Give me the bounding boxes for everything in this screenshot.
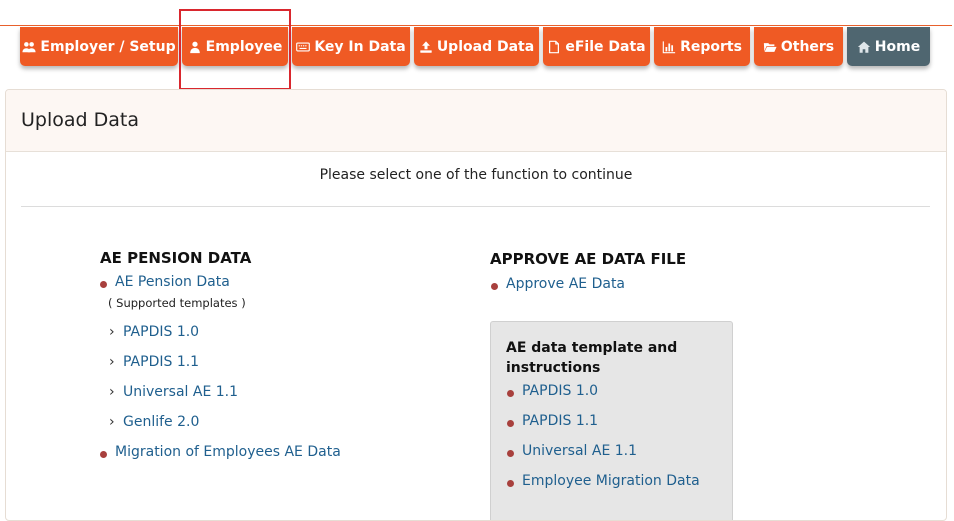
nav-home-button[interactable]: Home	[847, 27, 930, 66]
ae-pension-data-link[interactable]: AE Pension Data	[100, 274, 230, 290]
bullet-icon	[507, 390, 514, 397]
nav-upload-data-button[interactable]: Upload Data	[414, 27, 539, 66]
download-employee-migration-data-link[interactable]: Employee Migration Data	[507, 473, 700, 489]
bar-chart-icon	[662, 40, 676, 54]
template-link-label: Universal AE 1.1	[123, 384, 239, 400]
ae-pension-data-heading: AE PENSION DATA	[100, 249, 252, 267]
keyboard-icon	[296, 40, 311, 54]
box-link-label: PAPDIS 1.0	[522, 383, 599, 399]
nav-reports-label: Reports	[680, 38, 742, 55]
approve-ae-data-link[interactable]: Approve AE Data	[491, 276, 626, 292]
migration-employees-ae-data-link[interactable]: Migration of Employees AE Data	[100, 444, 341, 460]
nav-efile-data-button[interactable]: eFile Data	[543, 27, 650, 66]
nav-key-in-data-button[interactable]: Key In Data	[292, 27, 410, 66]
download-papdis-1-0-link[interactable]: PAPDIS 1.0	[507, 383, 599, 399]
template-link-label: Genlife 2.0	[123, 414, 200, 430]
nav-others-label: Others	[780, 38, 835, 55]
nav-key-in-data-label: Key In Data	[314, 38, 406, 55]
chevron-right-icon: ›	[109, 384, 115, 400]
divider	[21, 206, 930, 207]
template-link-universal-ae-1-1[interactable]: › Universal AE 1.1	[109, 384, 239, 400]
panel-header: Upload Data	[6, 90, 946, 152]
top-accent-line	[0, 25, 952, 26]
nav-employee-button[interactable]: Employee	[182, 27, 288, 66]
template-link-papdis-1-0[interactable]: › PAPDIS 1.0	[109, 324, 200, 340]
instruction-text: Please select one of the function to con…	[319, 167, 633, 183]
box-link-label: Universal AE 1.1	[522, 443, 638, 459]
nav-employer-setup-label: Employer / Setup	[40, 38, 176, 55]
page-title: Upload Data	[21, 109, 139, 131]
bullet-icon	[100, 281, 107, 288]
templates-instructions-box: AE data template and instructions PAPDIS…	[490, 321, 733, 520]
ae-pension-data-link-label: AE Pension Data	[115, 274, 230, 290]
download-papdis-1-1-link[interactable]: PAPDIS 1.1	[507, 413, 599, 429]
chevron-right-icon: ›	[109, 354, 115, 370]
upload-icon	[419, 40, 433, 54]
box-link-label: PAPDIS 1.1	[522, 413, 599, 429]
nav-reports-button[interactable]: Reports	[654, 27, 750, 66]
migration-link-label: Migration of Employees AE Data	[115, 444, 341, 460]
folder-open-icon	[763, 40, 777, 54]
template-link-papdis-1-1[interactable]: › PAPDIS 1.1	[109, 354, 200, 370]
box-link-label: Employee Migration Data	[522, 473, 700, 489]
upload-data-panel: Upload Data Please select one of the fun…	[5, 89, 947, 521]
template-link-label: PAPDIS 1.1	[123, 354, 200, 370]
download-universal-ae-1-1-link[interactable]: Universal AE 1.1	[507, 443, 638, 459]
nav-employer-setup-button[interactable]: Employer / Setup	[20, 27, 178, 66]
home-icon	[857, 40, 871, 54]
bullet-icon	[507, 450, 514, 457]
template-link-genlife-2-0[interactable]: › Genlife 2.0	[109, 414, 200, 430]
bullet-icon	[507, 480, 514, 487]
bullet-icon	[507, 420, 514, 427]
template-link-label: PAPDIS 1.0	[123, 324, 200, 340]
nav-upload-data-label: Upload Data	[436, 38, 535, 55]
users-icon	[22, 40, 36, 54]
chevron-right-icon: ›	[109, 324, 115, 340]
approve-ae-data-link-label: Approve AE Data	[506, 276, 626, 292]
bullet-icon	[491, 283, 498, 290]
bullet-icon	[100, 451, 107, 458]
nav-others-button[interactable]: Others	[754, 27, 843, 66]
supported-templates-note: ( Supported templates )	[108, 296, 246, 310]
nav-employee-label: Employee	[205, 38, 283, 55]
nav-efile-data-label: eFile Data	[565, 38, 646, 55]
nav-home-label: Home	[874, 38, 921, 55]
approve-ae-data-file-heading: APPROVE AE DATA FILE	[490, 250, 687, 268]
chevron-right-icon: ›	[109, 414, 115, 430]
user-icon	[188, 40, 202, 54]
templates-box-title: AE data template and instructions	[506, 340, 678, 376]
file-icon	[547, 40, 561, 54]
